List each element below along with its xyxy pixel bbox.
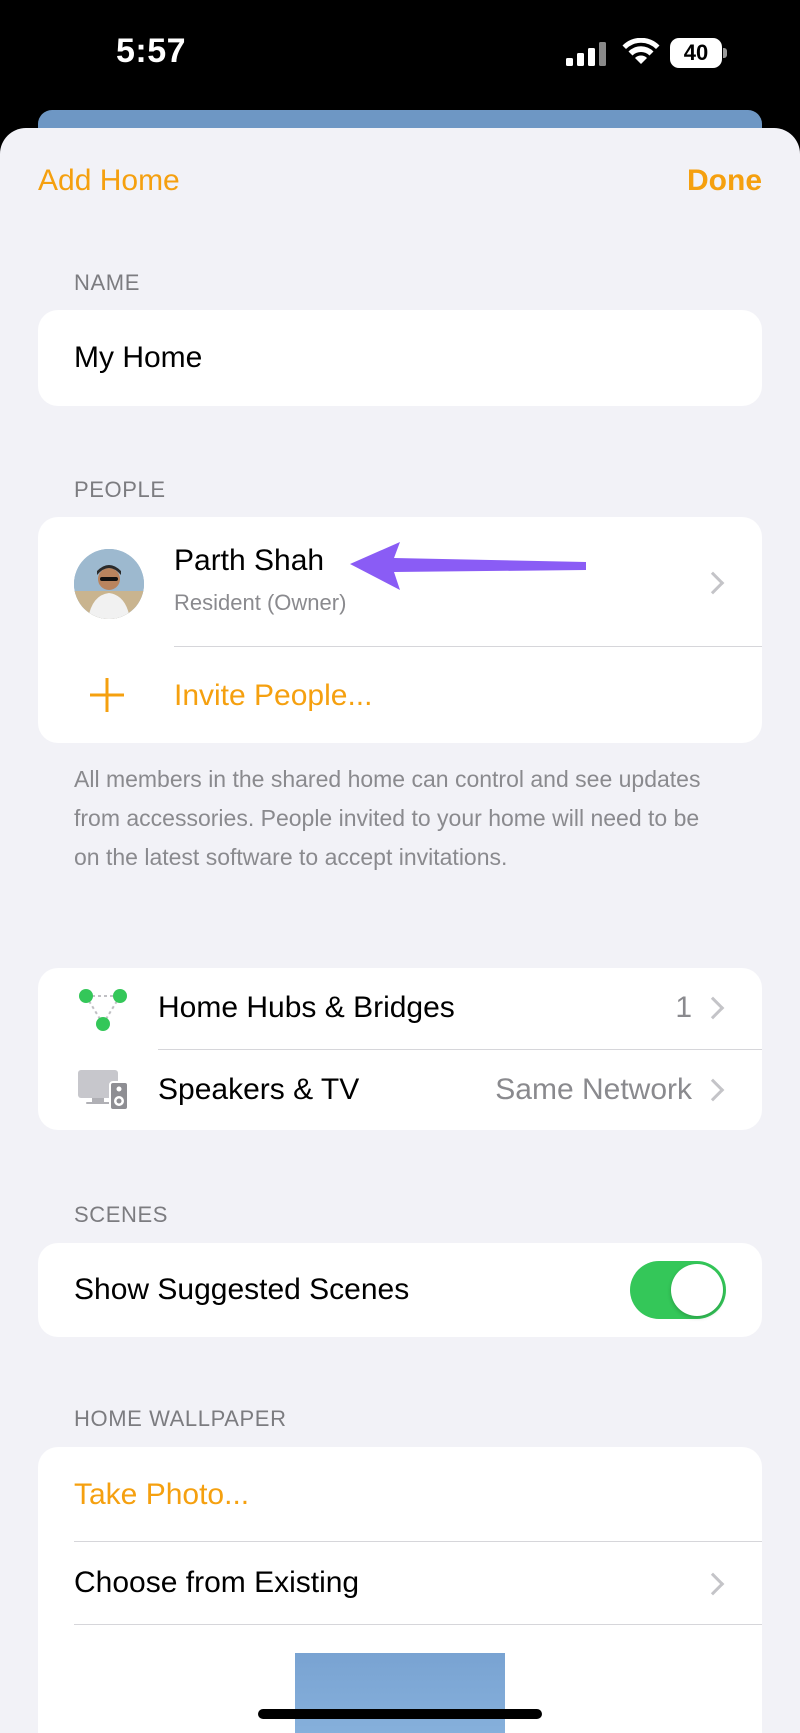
home-hubs-count: 1 xyxy=(675,991,692,1024)
status-time: 5:57 xyxy=(116,32,187,70)
scenes-section-header: SCENES xyxy=(74,1202,169,1227)
done-button[interactable]: Done xyxy=(687,164,762,198)
person-name: Parth Shah xyxy=(174,544,325,577)
invite-people-label: Invite People... xyxy=(174,679,373,712)
plus-icon xyxy=(90,678,124,712)
take-photo-button[interactable]: Take Photo... xyxy=(74,1478,249,1512)
people-section-header: PEOPLE xyxy=(74,477,166,502)
wallpaper-preview-image[interactable] xyxy=(295,1653,505,1733)
cellular-signal-icon xyxy=(566,42,606,66)
annotation-arrow-icon xyxy=(350,542,586,590)
chevron-right-icon xyxy=(701,571,725,595)
person-role: Resident (Owner) xyxy=(174,590,347,615)
home-hubs-row[interactable]: Home Hubs & Bridges 1 xyxy=(38,968,762,1050)
choose-from-existing-label: Choose from Existing xyxy=(74,1566,360,1599)
home-indicator xyxy=(258,1709,542,1719)
name-section-header: NAME xyxy=(74,270,140,295)
invite-people-row[interactable]: Invite People... xyxy=(38,647,762,743)
hub-icon xyxy=(79,989,127,1031)
show-suggested-scenes-label: Show Suggested Scenes xyxy=(74,1273,410,1306)
home-name-field[interactable]: My Home xyxy=(74,341,202,375)
divider xyxy=(74,1624,762,1625)
speakers-tv-row[interactable]: Speakers & TV Same Network xyxy=(38,1050,762,1130)
avatar xyxy=(74,549,144,619)
home-hubs-label: Home Hubs & Bridges xyxy=(158,991,455,1024)
battery-level: 40 xyxy=(683,40,709,65)
chevron-right-icon xyxy=(701,996,725,1020)
chevron-right-icon xyxy=(701,1078,725,1102)
wallpaper-card: Take Photo... Choose from Existing xyxy=(38,1447,762,1733)
wallpaper-section-header: HOME WALLPAPER xyxy=(74,1406,287,1431)
toggle-knob xyxy=(671,1264,723,1316)
status-bar: 5:57 40 xyxy=(0,0,800,110)
chevron-right-icon xyxy=(701,1572,725,1596)
hubs-speakers-card: Home Hubs & Bridges 1 Speakers & TV Same… xyxy=(38,968,762,1130)
battery-icon: 40 xyxy=(670,38,727,68)
home-settings-sheet: Add Home Done NAME My Home PEOPLE Parth … xyxy=(0,128,800,1733)
show-suggested-scenes-toggle[interactable] xyxy=(630,1261,726,1319)
add-home-button[interactable]: Add Home xyxy=(38,164,180,198)
name-card: My Home xyxy=(38,310,762,406)
people-footer-text: All members in the shared home can contr… xyxy=(74,766,701,870)
wifi-icon xyxy=(622,38,660,64)
choose-from-existing-row[interactable]: Choose from Existing xyxy=(38,1542,762,1624)
speaker-tv-icon xyxy=(78,1070,129,1110)
speakers-tv-label: Speakers & TV xyxy=(158,1073,360,1106)
scenes-card: Show Suggested Scenes xyxy=(38,1243,762,1337)
speakers-tv-value: Same Network xyxy=(495,1073,692,1106)
